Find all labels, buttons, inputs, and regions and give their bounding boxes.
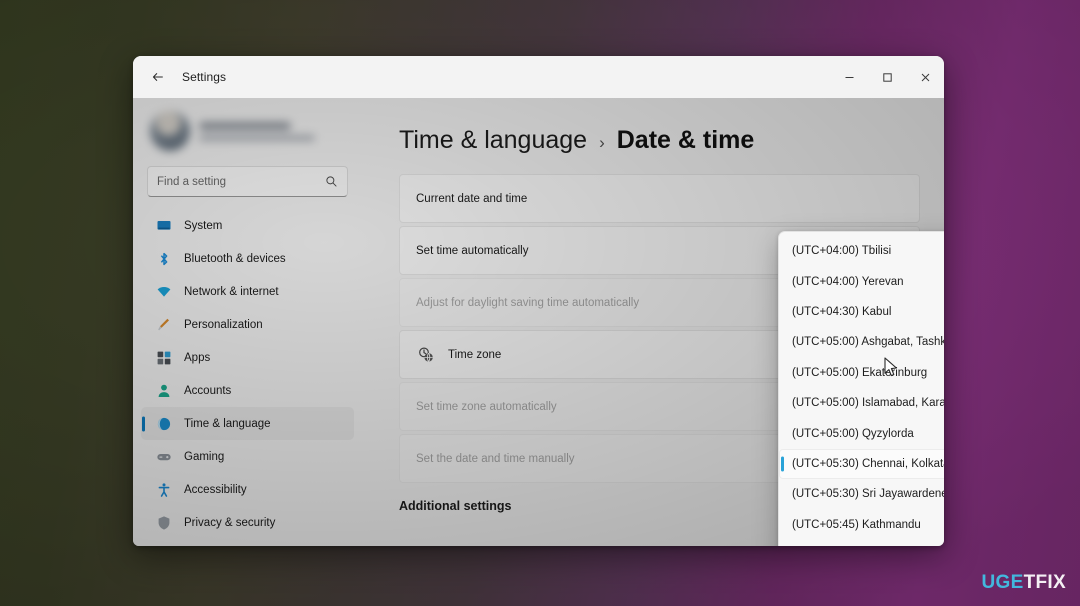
setting-card-label: Adjust for daylight saving time automati… (416, 296, 640, 309)
sidebar-item-personalization[interactable]: Personalization (141, 308, 354, 341)
minimize-icon[interactable] (830, 56, 868, 98)
search-icon (325, 175, 338, 188)
sidebar-item-label: System (184, 219, 223, 232)
sidebar-item-label: Gaming (184, 450, 225, 463)
timezone-option[interactable]: (UTC+04:00) Yerevan (779, 266, 944, 296)
watermark-part-t: T (1023, 572, 1036, 593)
sidebar: System Bluetooth & devices (133, 98, 362, 546)
shield-icon (155, 514, 172, 531)
monitor-icon (155, 217, 172, 234)
timezone-option[interactable]: (UTC+05:00) Ashgabat, Tashkent (779, 327, 944, 357)
wifi-icon (155, 283, 172, 300)
bluetooth-icon (155, 250, 172, 267)
sidebar-item-network-internet[interactable]: Network & internet (141, 275, 354, 308)
maximize-icon[interactable] (868, 56, 906, 98)
setting-card-label: Set the date and time manually (416, 452, 575, 465)
page-title: Date & time (616, 126, 755, 154)
timezone-option[interactable]: (UTC+05:00) Qyzylorda (779, 418, 944, 448)
profile-email-blurred (199, 134, 315, 141)
sidebar-item-label: Personalization (184, 318, 263, 331)
breadcrumb: Time & language › Date & time (399, 126, 920, 155)
apps-grid-icon (155, 349, 172, 366)
chevron-right-icon: › (599, 133, 605, 152)
timezone-option[interactable]: (UTC+04:30) Kabul (779, 297, 944, 327)
sidebar-nav: System Bluetooth & devices Network & int… (141, 209, 354, 543)
timezone-option[interactable]: (UTC+06:00) Astana (779, 540, 944, 546)
setting-card-label: Set time automatically (416, 244, 529, 257)
sidebar-item-gaming[interactable]: Gaming (141, 440, 354, 473)
close-icon[interactable] (906, 56, 944, 98)
timezone-option[interactable]: (UTC+05:45) Kathmandu (779, 510, 944, 540)
sidebar-item-label: Privacy & security (184, 516, 276, 529)
timezone-option[interactable]: (UTC+05:00) Islamabad, Karachi (779, 388, 944, 418)
sidebar-item-label: Bluetooth & devices (184, 252, 286, 265)
watermark-part-fix: FIX (1035, 572, 1066, 593)
watermark-part-ug: UG (981, 572, 1011, 593)
timezone-option[interactable]: (UTC+04:00) Tbilisi (779, 236, 944, 266)
window-controls (830, 56, 944, 98)
timezone-list[interactable]: (UTC+04:00) Tbilisi (UTC+04:00) Yerevan … (779, 236, 944, 546)
back-arrow-icon[interactable] (143, 62, 173, 92)
profile-text (199, 121, 315, 141)
profile-name-blurred (199, 121, 291, 130)
sidebar-item-label: Apps (184, 351, 211, 364)
setting-card-label: Set time zone automatically (416, 400, 557, 413)
search-input[interactable] (157, 175, 325, 188)
timezone-option-selected[interactable]: (UTC+05:30) Chennai, Kolkata, Mumbai, Ne… (779, 448, 944, 480)
sidebar-item-accounts[interactable]: Accounts (141, 374, 354, 407)
app-title: Settings (182, 70, 227, 84)
accessibility-icon (155, 481, 172, 498)
sidebar-item-bluetooth-devices[interactable]: Bluetooth & devices (141, 242, 354, 275)
gamepad-icon (155, 448, 172, 465)
sidebar-item-label: Accounts (184, 384, 232, 397)
window-titlebar: Settings (133, 56, 944, 98)
sidebar-item-label: Time & language (184, 417, 271, 430)
timezone-clock-icon (416, 345, 435, 364)
settings-window: Settings Find a setting System Bluetooth… (133, 56, 944, 546)
watermark-part-e: E (1010, 572, 1024, 593)
sidebar-item-label: Accessibility (184, 483, 247, 496)
sidebar-item-system[interactable]: System (141, 209, 354, 242)
user-profile[interactable] (141, 98, 354, 164)
ugetfix-watermark: UG E T FIX (982, 572, 1066, 594)
avatar (150, 111, 190, 151)
setting-card-label: Current date and time (416, 192, 528, 205)
breadcrumb-parent[interactable]: Time & language (399, 126, 587, 155)
timezone-option[interactable]: (UTC+05:00) Ekaterinburg (779, 358, 944, 388)
paintbrush-icon (155, 316, 172, 333)
clock-globe-icon (155, 415, 172, 432)
setting-card-label: Time zone (448, 348, 502, 361)
window-body: System Bluetooth & devices (133, 98, 944, 546)
sidebar-item-time-language[interactable]: Time & language (141, 407, 354, 440)
sidebar-item-label: Network & internet (184, 285, 279, 298)
sidebar-item-apps[interactable]: Apps (141, 341, 354, 374)
setting-card-current-date-time[interactable]: Current date and time (399, 174, 920, 223)
timezone-option[interactable]: (UTC+05:30) Sri Jayawardenepura (779, 479, 944, 509)
desktop-background: Settings Find a setting System Bluetooth… (0, 0, 1080, 606)
search-box[interactable] (147, 166, 348, 197)
sidebar-item-privacy-security[interactable]: Privacy & security (141, 506, 354, 539)
timezone-dropdown[interactable]: (UTC+04:00) Tbilisi (UTC+04:00) Yerevan … (778, 231, 944, 546)
sidebar-item-accessibility[interactable]: Accessibility (141, 473, 354, 506)
person-icon (155, 382, 172, 399)
